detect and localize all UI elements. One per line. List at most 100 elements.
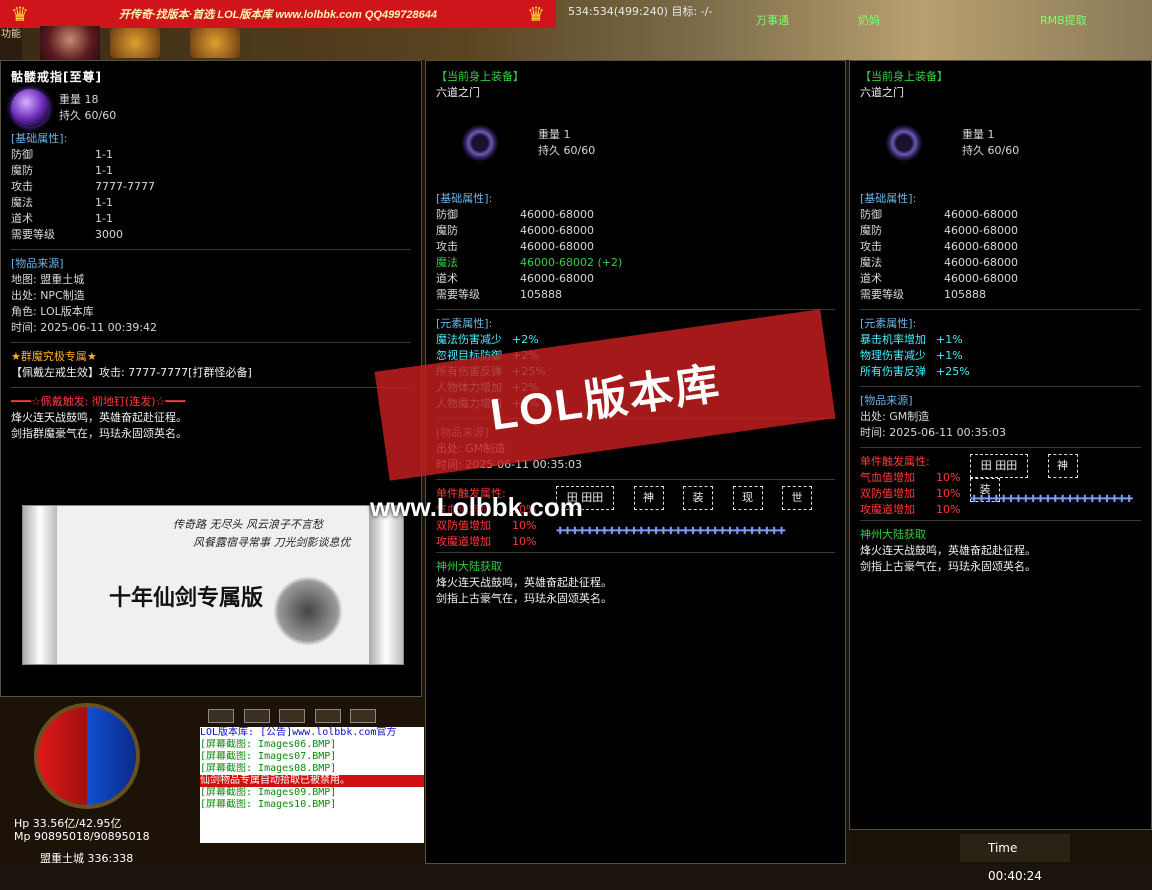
scroll-banner-image: 传奇路 无尽头 风云浪子不言愁 风餐露宿寻常事 刀光剑影谈息优 十年仙剑专属版 xyxy=(22,505,404,665)
chat-tab[interactable] xyxy=(208,709,234,723)
attribute-value: 46000-68000 xyxy=(944,240,1018,253)
attribute-row: 魔防 46000-68000 xyxy=(860,223,1141,239)
attribute-value: 3000 xyxy=(95,228,123,241)
poem-line: 剑指上古豪气在，玛珐永固颂英名。 xyxy=(436,592,612,605)
shenzhou-header: 神州大陆获取 xyxy=(860,528,926,541)
item-weight: 重量 1 xyxy=(538,128,571,141)
item-weight: 重量 18 xyxy=(59,93,99,106)
ring-icon xyxy=(11,89,49,127)
source-line: 时间: 2025-06-11 00:39:42 xyxy=(11,321,158,334)
set-box: 神 xyxy=(1047,454,1078,478)
item-durability: 持久 60/60 xyxy=(962,144,1020,157)
attribute-key: 道术 xyxy=(11,212,33,225)
character-portrait[interactable] xyxy=(40,26,100,60)
attribute-row: 物理伤害减少 +1% xyxy=(860,348,1141,364)
chat-log[interactable]: LOL版本库: [公告]www.lolbbk.com官方 [屏幕截图: Image… xyxy=(200,727,424,843)
attribute-row: 攻击 46000-68000 xyxy=(436,239,835,255)
attribute-key: 道术 xyxy=(860,272,882,285)
attribute-row: 道术 46000-68000 xyxy=(436,271,835,287)
basic-header: [基础属性]: xyxy=(11,132,68,145)
ring-icon xyxy=(462,125,498,161)
trigger-line: ━━━☆佩戴触发: 彻地钉(连发)☆━━━ xyxy=(11,395,186,408)
attribute-row: 魔法 1-1 xyxy=(11,195,411,211)
attribute-key: 暴击机率增加 xyxy=(860,333,926,346)
set-box: 田 田田 xyxy=(970,454,1028,478)
attribute-value: 46000-68000 xyxy=(520,208,594,221)
attribute-row: 魔防 46000-68000 xyxy=(436,223,835,239)
scroll-poem: 传奇路 无尽头 风云浪子不言愁 xyxy=(173,518,323,531)
chat-message: 仙剑物品专属自动拾取已被禁用。 xyxy=(200,775,424,787)
attribute-key: 防御 xyxy=(860,208,882,221)
attribute-key: 魔法伤害减少 xyxy=(436,333,502,346)
vip-icon[interactable] xyxy=(190,28,240,58)
chat-message: [屏幕截图: Images10.BMP] xyxy=(200,799,337,810)
npc-label[interactable]: 奶妈 xyxy=(858,12,880,28)
divider xyxy=(11,342,411,343)
hp-mp-orb xyxy=(34,703,140,809)
divider xyxy=(436,479,835,480)
divider xyxy=(11,387,411,388)
divider xyxy=(860,309,1141,310)
chat-tab[interactable] xyxy=(314,709,341,723)
chat-message: LOL版本库: [公告]www.lolbbk.com官方 xyxy=(200,727,397,738)
time-readout: Time 00:40:24 xyxy=(960,834,1070,883)
coordinates-readout: 534:534(499:240) 目标: -/- xyxy=(568,5,713,18)
poem-line: 烽火连天战鼓鸣，英雄奋起赴征程。 xyxy=(436,576,612,589)
attribute-value: 1-1 xyxy=(95,196,113,209)
attribute-value: 46000-68002 (+2) xyxy=(520,256,623,269)
lotus-art xyxy=(273,576,343,646)
chat-tabs xyxy=(208,709,382,726)
special-header: ★群魔究极专属★ xyxy=(11,350,97,363)
attribute-row: 防御 46000-68000 xyxy=(436,207,835,223)
chat-tab[interactable] xyxy=(243,709,270,723)
attribute-key: 攻击 xyxy=(436,240,458,253)
basic-attributes: 防御 46000-68000 魔防 46000-68000 攻击 46000-68000 魔… xyxy=(860,207,1141,303)
divider xyxy=(860,520,1141,521)
attribute-key: 防御 xyxy=(11,148,33,161)
npc-label[interactable]: RMB提取 xyxy=(1040,12,1087,28)
source-line: 角色: LOL版本库 xyxy=(11,305,94,318)
chat-message: [屏幕截图: Images07.BMP] xyxy=(200,751,337,762)
source-list: 地图: 盟重土城 出处: NPC制造 角色: LOL版本库 时间: 2025-06-1… xyxy=(11,272,411,336)
item-title: 六道之门 xyxy=(860,86,904,99)
attribute-value: 10% xyxy=(936,487,961,500)
npc-label[interactable]: 万事通 xyxy=(756,12,789,28)
attribute-value: 46000-68000 xyxy=(520,272,594,285)
top-banner: ♛ 开传奇·找版本·首选 LOL版本库 www.lolbbk.com QQ499… xyxy=(0,0,556,28)
attribute-value: 10% xyxy=(936,503,961,516)
skill-icon[interactable] xyxy=(110,28,160,58)
divider xyxy=(436,552,835,553)
item-durability: 持久 60/60 xyxy=(59,109,117,122)
chat-tab[interactable] xyxy=(279,709,305,723)
attribute-value: 105888 xyxy=(520,288,562,301)
crown-icon: ♛ xyxy=(11,2,29,26)
attribute-row: 魔法 46000-68000 xyxy=(860,255,1141,271)
attribute-row: 道术 1-1 xyxy=(11,211,411,227)
attribute-key: 魔防 xyxy=(860,224,882,237)
scroll-roll xyxy=(369,506,403,664)
decor-dots: ✚✚✚✚✚✚✚✚✚✚✚✚✚✚✚✚✚✚✚✚✚✚✚✚✚✚✚✚✚✚✚ xyxy=(556,526,786,537)
attribute-key: 需要等级 xyxy=(11,228,55,241)
attribute-row: 需要等级 105888 xyxy=(436,287,835,303)
equipped-header: 【当前身上装备】 xyxy=(436,70,524,83)
attribute-value: +2% xyxy=(512,333,539,346)
attribute-key: 需要等级 xyxy=(860,288,904,301)
source-header: [物品来源] xyxy=(860,394,913,407)
scroll-title: 十年仙剑专属版 xyxy=(109,585,264,611)
attribute-key: 道术 xyxy=(436,272,458,285)
shenzhou-header: 神州大陆获取 xyxy=(436,560,502,573)
attribute-row: 攻击 7777-7777 xyxy=(11,179,411,195)
attribute-value: 46000-68000 xyxy=(520,240,594,253)
poem-line: 烽火连天战鼓鸣，英雄奋起赴征程。 xyxy=(11,411,187,424)
attribute-value: 1-1 xyxy=(95,164,113,177)
set-box: 神 xyxy=(633,486,664,510)
divider xyxy=(11,249,411,250)
function-button[interactable]: 功能 xyxy=(0,28,22,60)
chat-message: [屏幕截图: Images06.BMP] xyxy=(200,739,337,750)
item-title: 六道之门 xyxy=(436,86,480,99)
chat-tab[interactable] xyxy=(350,709,376,723)
attribute-key: 魔法 xyxy=(436,256,458,269)
element-attributes: 暴击机率增加 +1% 物理伤害减少 +1% 所有伤害反弹 +25% xyxy=(860,332,1141,380)
attribute-value: +1% xyxy=(936,333,963,346)
attribute-row: 防御 46000-68000 xyxy=(860,207,1141,223)
